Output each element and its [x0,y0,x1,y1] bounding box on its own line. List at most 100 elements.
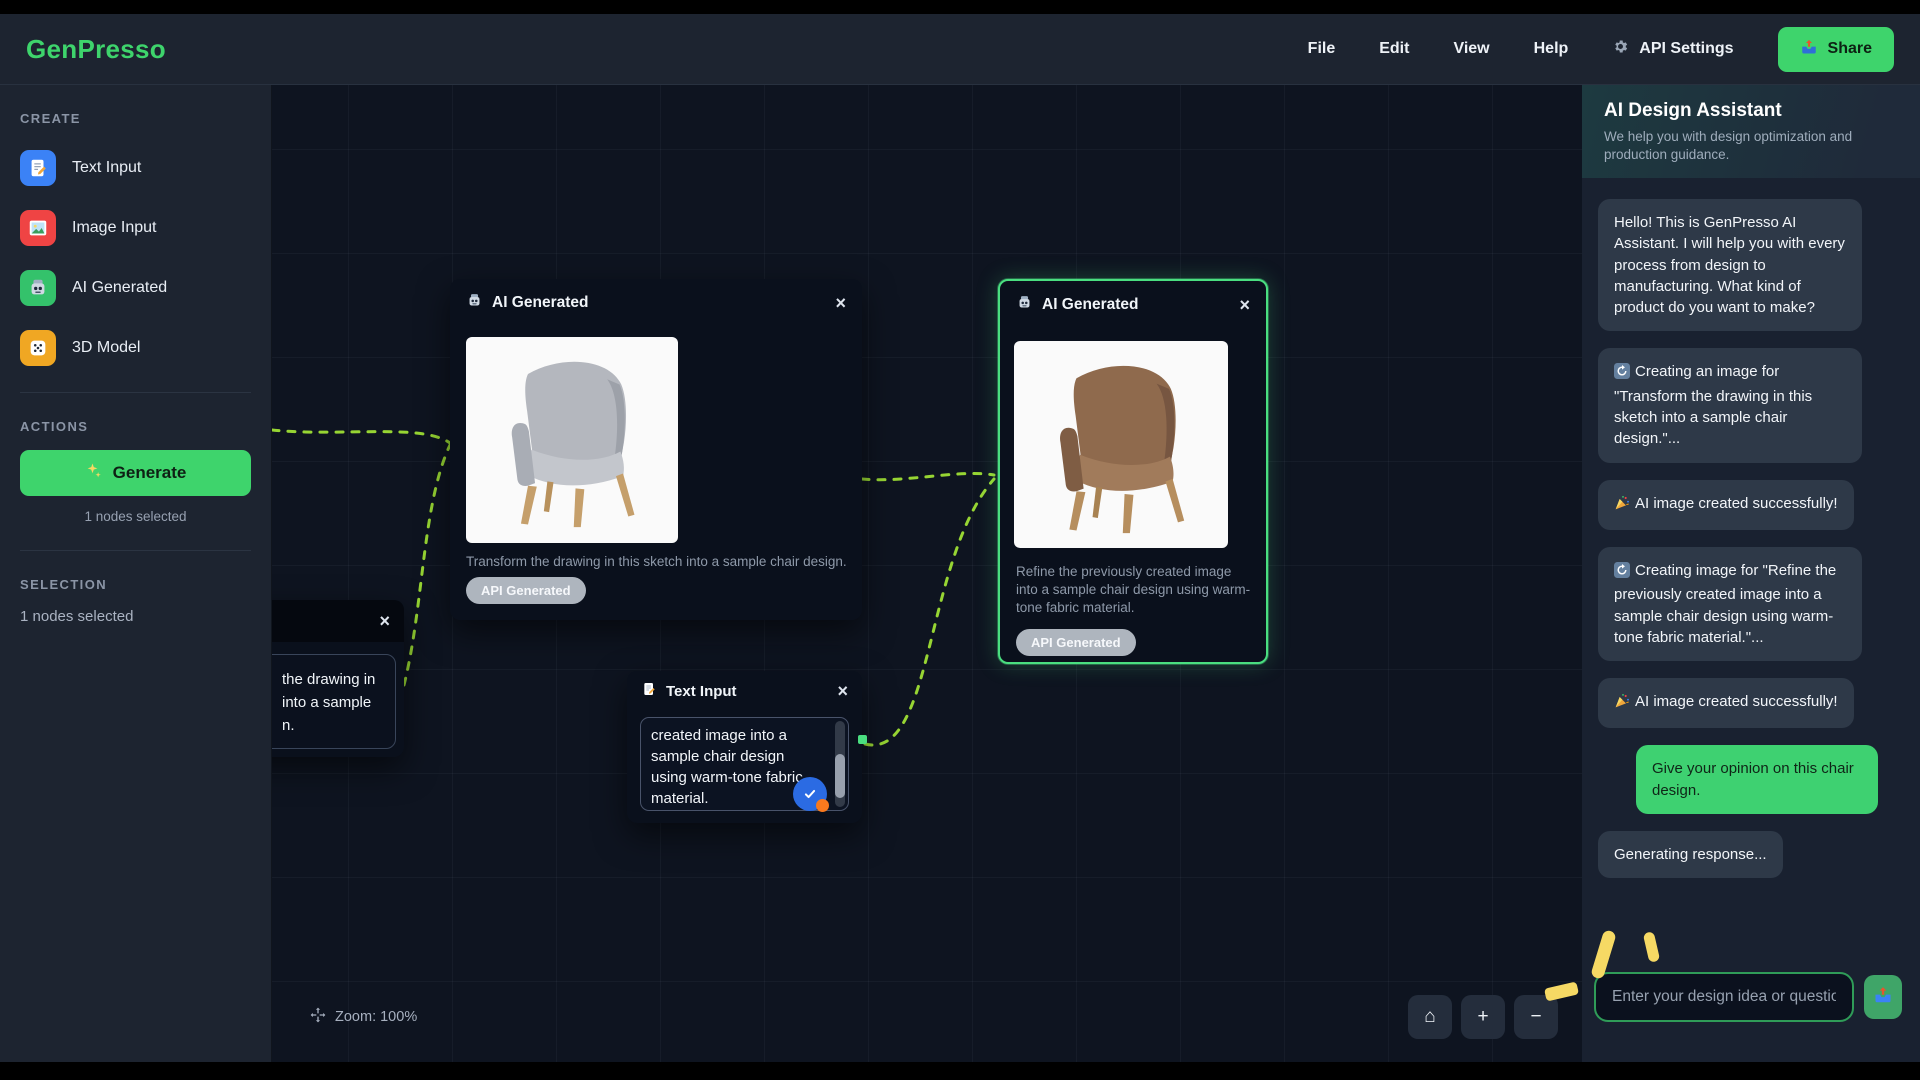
wire-offscreen-to-node1 [272,430,450,443]
zoom-in-button[interactable]: + [1461,995,1505,1039]
generate-button[interactable]: Generate [20,450,251,496]
chat-input[interactable] [1594,972,1854,1022]
selection-section-label: SELECTION [20,577,251,592]
image-input-icon [20,210,56,246]
sidebar-divider [20,550,251,551]
actions-section-label: ACTIONS [20,419,251,434]
node-header: AI Generated × [450,279,862,327]
assistant-message: AI image created successfully! [1598,480,1854,530]
assistant-title: AI Design Assistant [1604,100,1898,122]
wire-partialnode-to-node1 [404,445,450,685]
output-handle[interactable] [858,735,867,744]
partial-text-node[interactable]: × the drawing in into a sample n. [272,600,404,757]
menu-help[interactable]: Help [1534,40,1569,58]
dice-icon [20,330,56,366]
generate-hint: 1 nodes selected [20,509,251,524]
sidebar-item-label: AI Generated [72,279,167,297]
send-button[interactable] [1864,975,1902,1019]
robot-icon [20,270,56,306]
api-settings-button[interactable]: API Settings [1612,38,1733,60]
partial-node-text: the drawing in into a sample n. [282,668,375,737]
assistant-subtitle: We help you with design optimization and… [1604,128,1898,164]
close-icon[interactable]: × [379,612,390,630]
fit-view-button[interactable]: ⌂ [1408,995,1452,1039]
menu-view[interactable]: View [1453,40,1489,58]
plus-icon: + [1477,1006,1488,1028]
node-title: AI Generated [492,294,588,312]
partial-node-header: × [272,600,404,642]
sidebar-item-ai-generated[interactable]: AI Generated [20,270,251,306]
robot-icon [466,292,483,314]
share-label: Share [1828,40,1872,58]
canvas-controls: ⌂ + − [1408,995,1558,1039]
move-icon [310,1007,326,1027]
text-input-icon [20,150,56,186]
ai-assistant-panel: AI Design Assistant We help you with des… [1582,85,1920,1062]
assistant-message: Hello! This is GenPresso AI Assistant. I… [1598,199,1862,331]
memo-icon [641,681,657,701]
generate-label: Generate [113,463,187,483]
home-icon: ⌂ [1424,1006,1435,1028]
zoom-out-button[interactable]: − [1514,995,1558,1039]
ai-generated-node-1[interactable]: AI Generated × Transform the drawing in … [450,279,862,620]
main-menu: File Edit View Help API Settings Share [1308,27,1894,72]
sidebar-item-label: 3D Model [72,339,140,357]
node-title: AI Generated [1042,296,1138,314]
node-caption: Transform the drawing in this sketch int… [466,553,860,571]
assistant-message-generating: Generating response... [1598,831,1783,878]
sidebar-item-3d-model[interactable]: 3D Model [20,330,251,366]
sidebar-item-label: Image Input [72,219,157,237]
create-items: Text Input Image Input AI Generated 3D M… [20,150,251,366]
sidebar-item-image-input[interactable]: Image Input [20,210,251,246]
textarea-scrollbar-thumb[interactable] [835,754,845,798]
confirm-check-button[interactable] [793,777,827,811]
minus-icon: − [1530,1006,1541,1028]
assistant-message: Creating an image for "Transform the dra… [1598,348,1862,462]
app-logo: GenPresso [26,34,166,65]
loading-icon [1614,363,1630,385]
zoom-level-label: Zoom: 100% [335,1009,417,1025]
sidebar-item-text-input[interactable]: Text Input [20,150,251,186]
node-canvas[interactable]: × the drawing in into a sample n. AI Gen… [272,85,1582,1062]
wire-textnode-to-node2 [865,479,994,745]
node-title: Text Input [666,683,737,700]
sidebar-divider [20,392,251,393]
ai-generated-node-2-selected[interactable]: AI Generated × Refine the previously cre… [998,279,1268,664]
send-tray-icon [1873,985,1893,1010]
menu-edit[interactable]: Edit [1379,40,1409,58]
generated-image-brown-chair [1014,341,1228,548]
menu-file[interactable]: File [1308,40,1336,58]
assistant-header: AI Design Assistant We help you with des… [1582,85,1920,178]
node-header: Text Input × [627,671,862,711]
notification-dot [816,799,829,812]
create-section-label: CREATE [20,111,251,126]
assistant-message: AI image created successfully! [1598,678,1854,728]
top-bar: GenPresso File Edit View Help API Settin… [0,14,1920,85]
left-sidebar: CREATE Text Input Image Input AI Generat… [0,85,272,1062]
robot-icon [1016,294,1033,316]
sparkles-icon [85,462,103,485]
share-tray-icon [1800,38,1818,61]
generated-image-gray-chair [466,337,678,543]
share-button[interactable]: Share [1778,27,1894,72]
chat-input-row [1594,972,1902,1022]
sidebar-item-label: Text Input [72,159,141,177]
user-message: Give your opinion on this chair design. [1636,745,1878,814]
node-caption: Refine the previously created image into… [1016,563,1254,618]
loading-icon [1614,562,1630,584]
assistant-message: Creating image for "Refine the previousl… [1598,547,1862,661]
text-input-node[interactable]: Text Input × created image into a sample… [627,671,862,823]
party-popper-icon [1614,693,1630,715]
wire-node1-to-node2 [862,473,994,479]
party-popper-icon [1614,495,1630,517]
selection-status: 1 nodes selected [20,608,251,625]
api-generated-badge: API Generated [466,577,586,604]
gear-icon [1612,38,1629,60]
zoom-indicator: Zoom: 100% [310,1007,417,1027]
api-generated-badge: API Generated [1016,629,1136,656]
close-icon[interactable]: × [1239,296,1250,314]
close-icon[interactable]: × [835,294,846,312]
close-icon[interactable]: × [837,682,848,700]
node-header: AI Generated × [1000,281,1266,329]
api-settings-label: API Settings [1639,40,1733,58]
